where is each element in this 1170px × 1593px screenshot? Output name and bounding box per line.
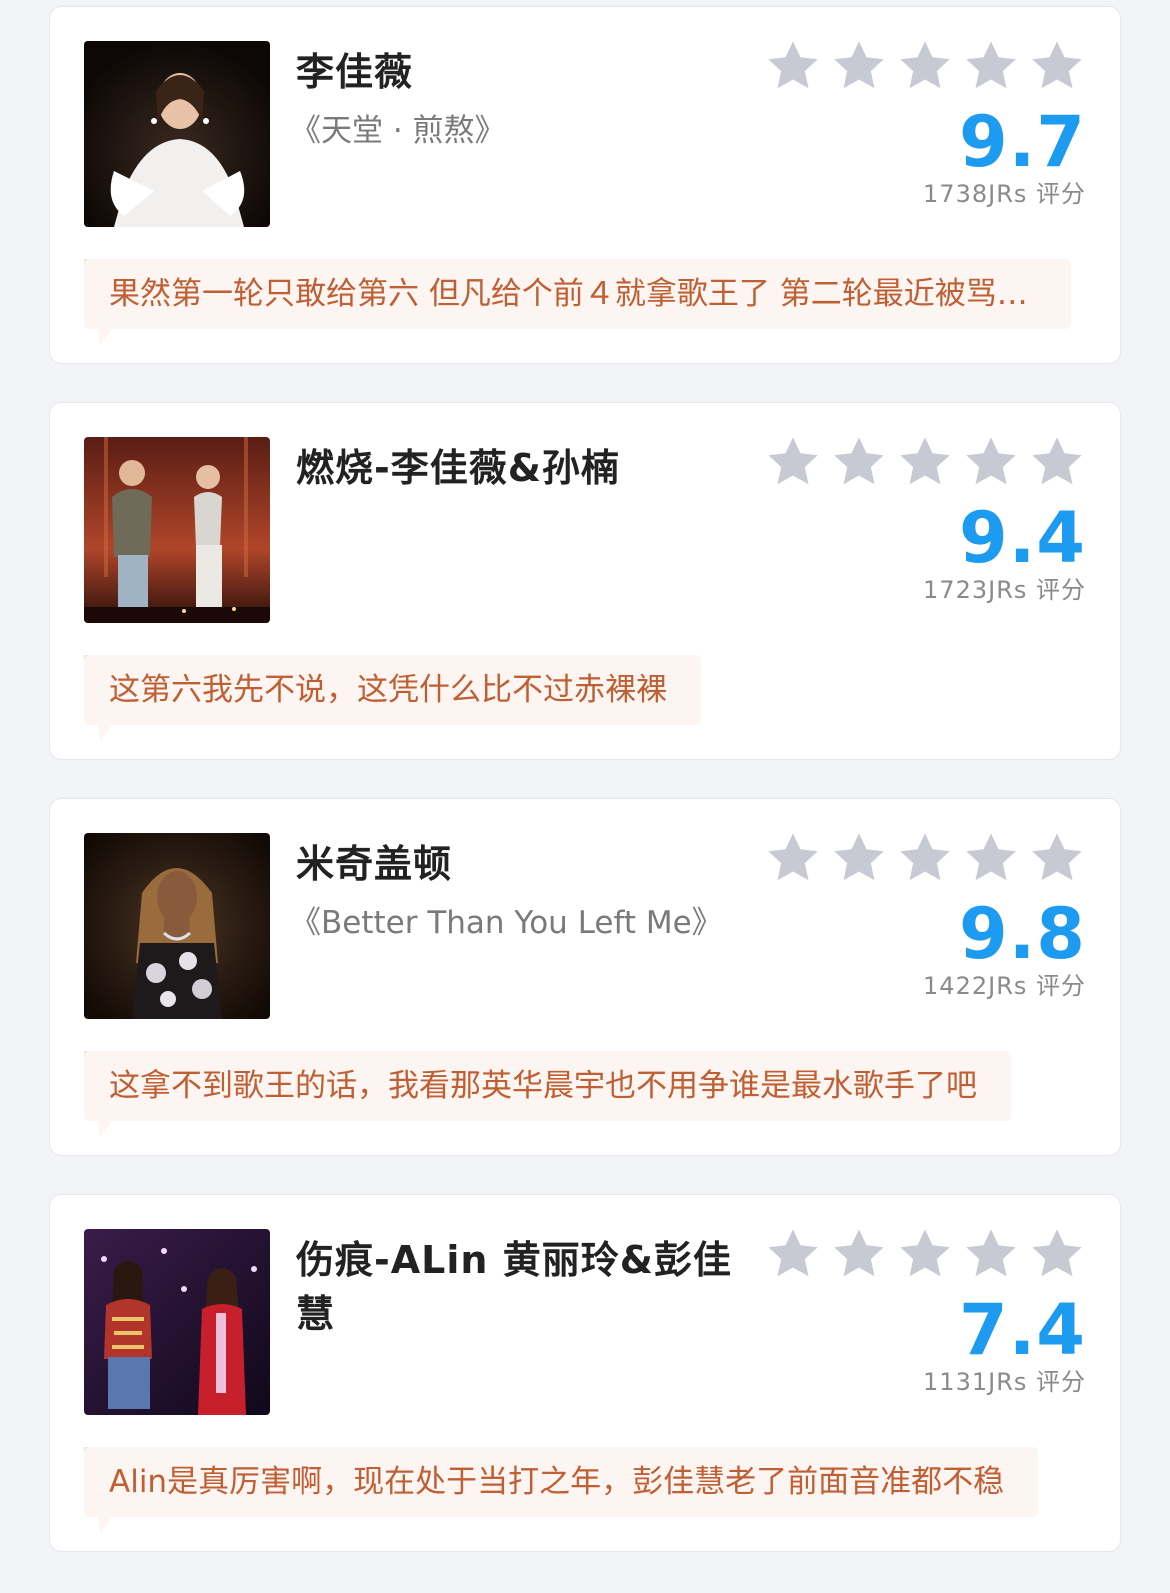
performer-photo[interactable] [84,1229,270,1415]
star-icon [830,433,888,491]
performer-photo[interactable] [84,833,270,1019]
star-icon [962,1225,1020,1283]
song-title: 燃烧-李佳薇&孙楠 [296,446,620,490]
star-icon [764,37,822,95]
star-icon [830,829,888,887]
score-value: 7.4 [958,1289,1086,1371]
performer-photo[interactable] [84,437,270,623]
star-icon [764,433,822,491]
star-icon [1028,829,1086,887]
star-icon [896,1225,954,1283]
star-icon [962,37,1020,95]
star-icon [764,829,822,887]
rating-count: 1131JRs 评分 [923,1368,1086,1396]
star-icon [962,829,1020,887]
song-card[interactable]: 李佳薇 《天堂 · 煎熬》 9.7 1738JRs 评分 果然第一轮只敢给第六 … [49,6,1121,364]
star-icon [1028,37,1086,95]
star-icon [896,433,954,491]
comment-bubble[interactable]: 这第六我先不说，这凭什么比不过赤裸裸 [84,655,701,725]
song-title: 李佳薇 [296,50,414,94]
star-icon [764,1225,822,1283]
comment-bubble[interactable]: 果然第一轮只敢给第六 但凡给个前４就拿歌王了 第二轮最近被骂惨了 [84,259,1071,329]
rating-count: 1738JRs 评分 [923,180,1086,208]
star-rating[interactable] [764,829,1086,889]
star-icon [962,433,1020,491]
star-icon [1028,1225,1086,1283]
star-icon [896,37,954,95]
performer-photo[interactable] [84,41,270,227]
score-value: 9.4 [958,497,1086,579]
star-icon [1028,433,1086,491]
song-card[interactable]: 米奇盖顿 《Better Than You Left Me》 9.8 1422J… [49,798,1121,1156]
star-icon [830,37,888,95]
rating-count: 1422JRs 评分 [923,972,1086,1000]
song-subtitle: 《Better Than You Left Me》 [290,905,723,941]
song-title: 伤痕-ALin 黄丽玲&彭佳慧 [296,1238,732,1336]
star-rating[interactable] [764,1225,1086,1285]
star-rating[interactable] [764,433,1086,493]
star-rating[interactable] [764,37,1086,97]
song-subtitle: 《天堂 · 煎熬》 [290,113,506,149]
song-card[interactable]: 燃烧-李佳薇&孙楠 9.4 1723JRs 评分 这第六我先不说，这凭什么比不过… [49,402,1121,760]
comment-bubble[interactable]: Alin是真厉害啊，现在处于当打之年，彭佳慧老了前面音准都不稳 [84,1447,1039,1517]
comment-bubble[interactable]: 这拿不到歌王的话，我看那英华晨宇也不用争谁是最水歌手了吧 [84,1051,1011,1121]
score-value: 9.8 [958,893,1086,975]
score-value: 9.7 [958,101,1086,183]
song-title: 米奇盖顿 [296,842,453,886]
rating-count: 1723JRs 评分 [923,576,1086,604]
song-card[interactable]: 伤痕-ALin 黄丽玲&彭佳慧 7.4 1131JRs 评分 Alin是真厉害啊… [49,1194,1121,1552]
rating-list: 李佳薇 《天堂 · 煎熬》 9.7 1738JRs 评分 果然第一轮只敢给第六 … [0,0,1170,1593]
star-icon [830,1225,888,1283]
star-icon [896,829,954,887]
